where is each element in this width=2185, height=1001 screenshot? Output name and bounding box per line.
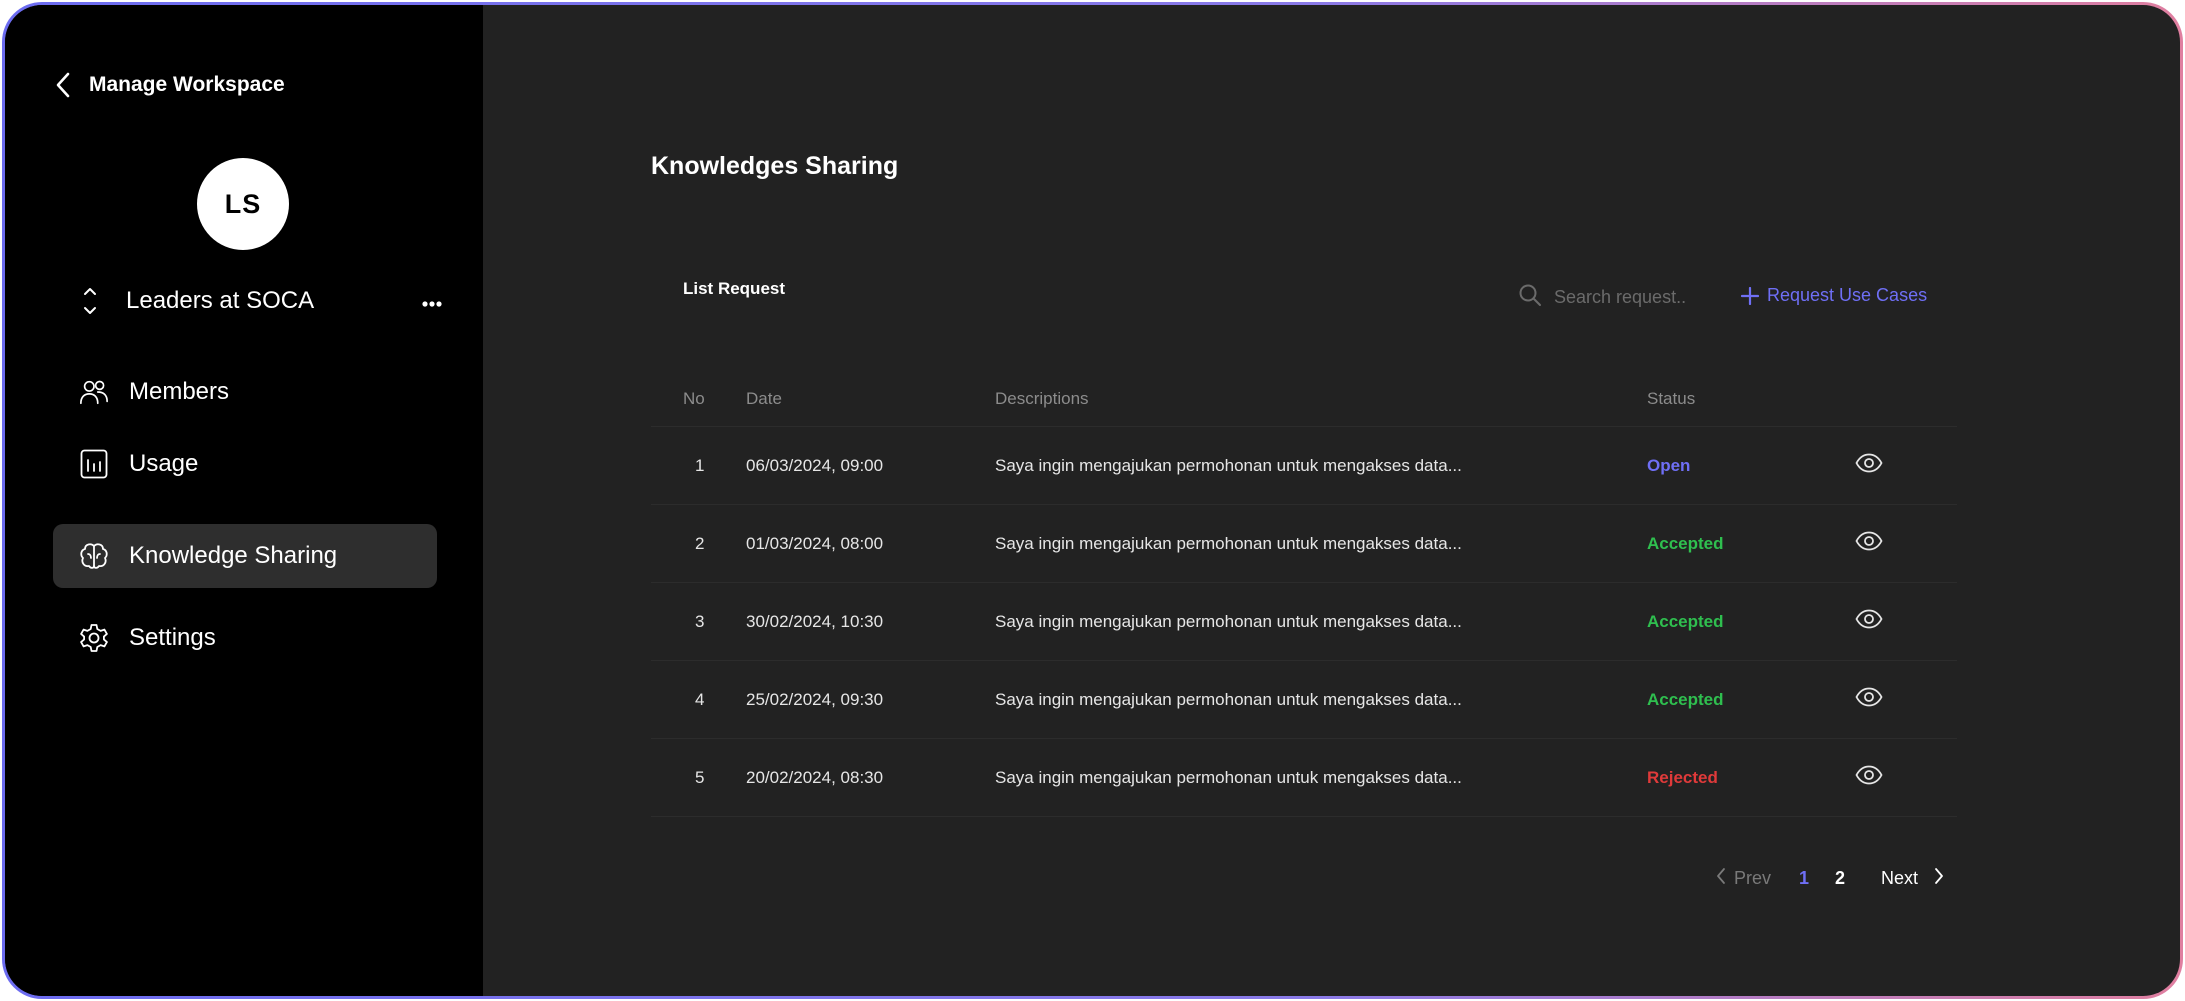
row-date: 06/03/2024, 09:00 [746,455,884,475]
back-title: Manage Workspace [89,73,285,96]
sidebar-item-label: Knowledge Sharing [129,542,338,569]
list-title: List Request [683,279,786,298]
next-label: Next [1881,868,1919,888]
row-description: Saya ingin mengajukan permohonan untuk m… [995,455,1462,475]
chevron-right-icon [1934,867,1944,890]
row-no: 5 [695,767,705,787]
search-icon [1518,283,1542,312]
table-header: No Date Descriptions Status [651,371,1957,427]
row-date: 20/02/2024, 08:30 [746,767,884,787]
eye-icon[interactable] [1855,687,1883,712]
usage-icon [79,449,109,479]
table-row: 3 30/02/2024, 10:30 Saya ingin mengajuka… [651,583,1957,661]
sidebar-item-usage[interactable]: Usage [53,432,437,496]
table-row: 1 06/03/2024, 09:00 Saya ingin mengajuka… [651,427,1957,505]
status-badge: Open [1647,455,1691,475]
search-bar[interactable] [1518,283,1694,312]
table-row: 4 25/02/2024, 09:30 Saya ingin mengajuka… [651,661,1957,739]
search-input[interactable] [1554,287,1694,308]
requests-table: No Date Descriptions Status 1 06/03/2024… [651,371,1957,817]
row-description: Saya ingin mengajukan permohonan untuk m… [995,611,1462,631]
row-description: Saya ingin mengajukan permohonan untuk m… [995,533,1462,553]
column-header-status: Status [1647,388,1696,408]
brain-icon [79,541,109,571]
window-frame: Manage Workspace LS Leaders at SOCA Memb… [2,2,2183,999]
plus-icon [1740,286,1760,305]
back-row[interactable]: Manage Workspace [55,71,285,99]
app: Manage Workspace LS Leaders at SOCA Memb… [5,5,2180,996]
page-title: Knowledges Sharing [651,152,899,180]
page-1[interactable]: 1 [1799,868,1809,889]
sidebar-item-label: Settings [129,624,216,651]
prev-button[interactable]: Prev [1716,867,1771,890]
sidebar-item-members[interactable]: Members [53,360,437,424]
chevron-up-down-icon[interactable] [80,286,100,316]
column-header-no: No [683,388,705,408]
row-description: Saya ingin mengajukan permohonan untuk m… [995,689,1462,709]
table-row: 5 20/02/2024, 08:30 Saya ingin mengajuka… [651,739,1957,817]
row-date: 25/02/2024, 09:30 [746,689,884,709]
status-badge: Accepted [1647,533,1724,553]
eye-icon[interactable] [1855,765,1883,790]
sidebar: Manage Workspace LS Leaders at SOCA Memb… [5,5,483,996]
row-no: 2 [695,533,705,553]
workspace-name: Leaders at SOCA [126,287,315,314]
row-date: 30/02/2024, 10:30 [746,611,884,631]
table-row: 2 01/03/2024, 08:00 Saya ingin mengajuka… [651,505,1957,583]
chevron-left-icon [1716,867,1726,890]
sidebar-item-label: Members [129,378,230,405]
workspace-switcher[interactable]: Leaders at SOCA [80,281,442,321]
request-use-cases-label: Request Use Cases [1767,285,1928,305]
row-date: 01/03/2024, 08:00 [746,533,884,553]
pagination: Prev 1 2 Next [1716,867,1944,890]
prev-label: Prev [1734,868,1772,888]
more-options-icon[interactable] [422,295,442,307]
main-content: Knowledges Sharing List Request Request … [483,5,2180,996]
members-icon [79,377,109,407]
row-no: 3 [695,611,705,631]
eye-icon[interactable] [1855,609,1883,634]
next-button[interactable]: Next [1881,867,1944,890]
eye-icon[interactable] [1855,453,1883,478]
row-no: 4 [695,689,705,709]
status-badge: Accepted [1647,611,1724,631]
avatar: LS [197,158,289,250]
gear-icon [79,623,109,653]
request-use-cases-button[interactable]: Request Use Cases [1740,285,1928,306]
page-2[interactable]: 2 [1835,868,1845,889]
sidebar-item-knowledge-sharing[interactable]: Knowledge Sharing [53,524,437,588]
chevron-left-icon[interactable] [55,71,71,99]
sidebar-item-settings[interactable]: Settings [53,606,437,670]
status-badge: Accepted [1647,689,1724,709]
sidebar-item-label: Usage [129,450,199,477]
row-description: Saya ingin mengajukan permohonan untuk m… [995,767,1462,787]
column-header-date: Date [746,388,782,408]
status-badge: Rejected [1647,767,1718,787]
column-header-descriptions: Descriptions [995,388,1089,408]
eye-icon[interactable] [1855,531,1883,556]
row-no: 1 [695,455,705,475]
